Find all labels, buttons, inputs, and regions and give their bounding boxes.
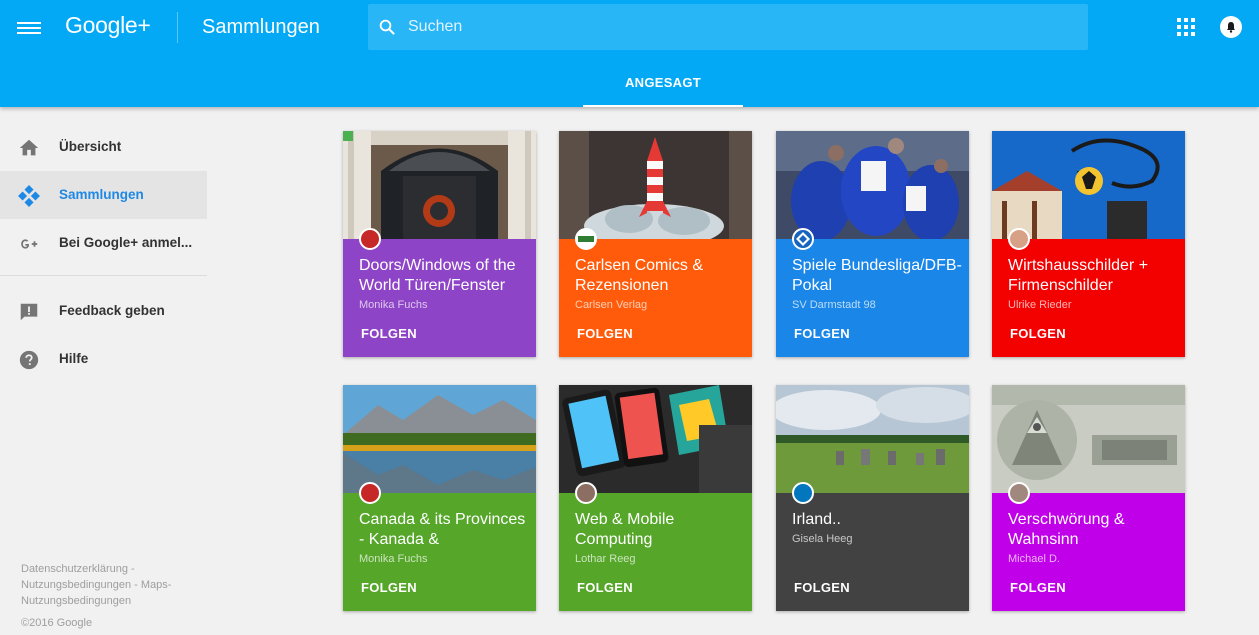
collection-title[interactable]: Wirtshausschilder + Firmenschilder	[1008, 256, 1178, 296]
sidebar-item-label: Sammlungen	[59, 187, 144, 202]
google-plus-icon	[21, 239, 38, 249]
google-plus-logo[interactable]: Google+	[65, 12, 151, 39]
collection-title[interactable]: Spiele Bundesliga/DFB-Pokal	[792, 256, 962, 296]
collection-owner[interactable]: Lothar Reeg	[575, 553, 636, 565]
collection-card[interactable]: Web & Mobile Computing Lothar Reeg FOLGE…	[559, 385, 752, 611]
copyright: ©2016 Google	[21, 617, 93, 629]
owner-avatar[interactable]	[1008, 228, 1030, 250]
follow-button[interactable]: FOLGEN	[794, 580, 850, 595]
follow-button[interactable]: FOLGEN	[577, 326, 633, 341]
collection-title[interactable]: Irland..	[792, 510, 962, 530]
collection-title[interactable]: Canada & its Provinces - Kanada &	[359, 510, 529, 550]
collection-owner[interactable]: SV Darmstadt 98	[792, 299, 876, 311]
card-body: Web & Mobile Computing Lothar Reeg FOLGE…	[559, 493, 752, 611]
menu-icon[interactable]	[17, 19, 41, 37]
owner-avatar[interactable]	[792, 228, 814, 250]
card-body: Doors/Windows of the World Türen/Fenster…	[343, 239, 536, 357]
owner-avatar[interactable]	[359, 482, 381, 504]
follow-button[interactable]: FOLGEN	[1010, 580, 1066, 595]
sidebar-item-label: Hilfe	[59, 351, 89, 366]
sidebar-item-collections[interactable]: Sammlungen	[0, 171, 207, 219]
search-bar[interactable]	[368, 4, 1088, 50]
owner-avatar[interactable]	[575, 482, 597, 504]
bell-icon	[1227, 22, 1235, 33]
collection-card[interactable]: Doors/Windows of the World Türen/Fenster…	[343, 131, 536, 357]
collection-card[interactable]: Spiele Bundesliga/DFB-Pokal SV Darmstadt…	[776, 131, 969, 357]
app-bar: Google+ Sammlungen ANGESAGT	[0, 0, 1259, 107]
owner-avatar[interactable]	[792, 482, 814, 504]
sidebar-item-google-plus-signin[interactable]: Bei Google+ anmel...	[0, 219, 207, 267]
collection-owner[interactable]: Monika Fuchs	[359, 299, 427, 311]
sidebar-item-label: Feedback geben	[59, 303, 165, 318]
sidebar-item-overview[interactable]: Übersicht	[0, 123, 207, 171]
collection-cover-image	[992, 385, 1185, 493]
owner-avatar[interactable]	[1008, 482, 1030, 504]
header-divider	[177, 12, 178, 43]
collection-cover-image	[559, 385, 752, 493]
collection-cover-image	[343, 131, 536, 239]
card-body: Wirtshausschilder + Firmenschilder Ulrik…	[992, 239, 1185, 357]
collection-cover-image	[992, 131, 1185, 239]
page-title: Sammlungen	[202, 16, 320, 38]
search-input[interactable]	[408, 4, 1068, 50]
follow-button[interactable]: FOLGEN	[361, 580, 417, 595]
collection-cover-image	[776, 131, 969, 239]
sidebar-item-label: Übersicht	[59, 139, 122, 154]
tab-label: ANGESAGT	[624, 75, 702, 90]
collection-card[interactable]: Irland.. Gisela Heeg FOLGEN	[776, 385, 969, 611]
sidebar: Übersicht Sammlungen Bei Google+ anmel..…	[0, 107, 208, 635]
collection-title[interactable]: Verschwörung & Wahnsinn	[1008, 510, 1178, 550]
feedback-icon	[20, 303, 38, 321]
notifications-button[interactable]	[1220, 16, 1242, 38]
sidebar-divider	[0, 275, 207, 276]
tab-indicator	[583, 105, 743, 107]
sidebar-item-feedback[interactable]: Feedback geben	[0, 287, 207, 335]
card-body: Canada & its Provinces - Kanada & Monika…	[343, 493, 536, 611]
search-icon	[379, 19, 395, 35]
collection-owner[interactable]: Michael D.	[1008, 553, 1060, 565]
sidebar-item-help[interactable]: Hilfe	[0, 335, 207, 383]
collections-icon	[18, 185, 40, 207]
card-body: Irland.. Gisela Heeg FOLGEN	[776, 493, 969, 611]
collection-card[interactable]: Carlsen Comics & Rezensionen Carlsen Ver…	[559, 131, 752, 357]
card-body: Verschwörung & Wahnsinn Michael D. FOLGE…	[992, 493, 1185, 611]
owner-avatar[interactable]	[359, 228, 381, 250]
collection-title[interactable]: Web & Mobile Computing	[575, 510, 745, 550]
collection-owner[interactable]: Gisela Heeg	[792, 533, 853, 545]
collection-card[interactable]: Canada & its Provinces - Kanada & Monika…	[343, 385, 536, 611]
collection-title[interactable]: Doors/Windows of the World Türen/Fenster	[359, 256, 529, 296]
card-body: Carlsen Comics & Rezensionen Carlsen Ver…	[559, 239, 752, 357]
tab-angesagt[interactable]: ANGESAGT	[583, 62, 743, 107]
collection-owner[interactable]: Carlsen Verlag	[575, 299, 647, 311]
sidebar-item-label: Bei Google+ anmel...	[59, 235, 193, 250]
apps-grid-icon[interactable]	[1177, 18, 1195, 36]
home-icon	[19, 139, 39, 156]
card-body: Spiele Bundesliga/DFB-Pokal SV Darmstadt…	[776, 239, 969, 357]
collection-cover-image	[559, 131, 752, 239]
follow-button[interactable]: FOLGEN	[361, 326, 417, 341]
collection-owner[interactable]: Monika Fuchs	[359, 553, 427, 565]
follow-button[interactable]: FOLGEN	[794, 326, 850, 341]
collection-cover-image	[776, 385, 969, 493]
collection-card[interactable]: Verschwörung & Wahnsinn Michael D. FOLGE…	[992, 385, 1185, 611]
follow-button[interactable]: FOLGEN	[1010, 326, 1066, 341]
collection-owner[interactable]: Ulrike Rieder	[1008, 299, 1072, 311]
collection-card[interactable]: Wirtshausschilder + Firmenschilder Ulrik…	[992, 131, 1185, 357]
help-icon	[19, 350, 39, 370]
collection-cover-image	[343, 385, 536, 493]
owner-avatar[interactable]	[575, 228, 597, 250]
follow-button[interactable]: FOLGEN	[577, 580, 633, 595]
collection-title[interactable]: Carlsen Comics & Rezensionen	[575, 256, 745, 296]
footer-links[interactable]: Datenschutzerklärung - Nutzungsbedingung…	[21, 561, 201, 609]
